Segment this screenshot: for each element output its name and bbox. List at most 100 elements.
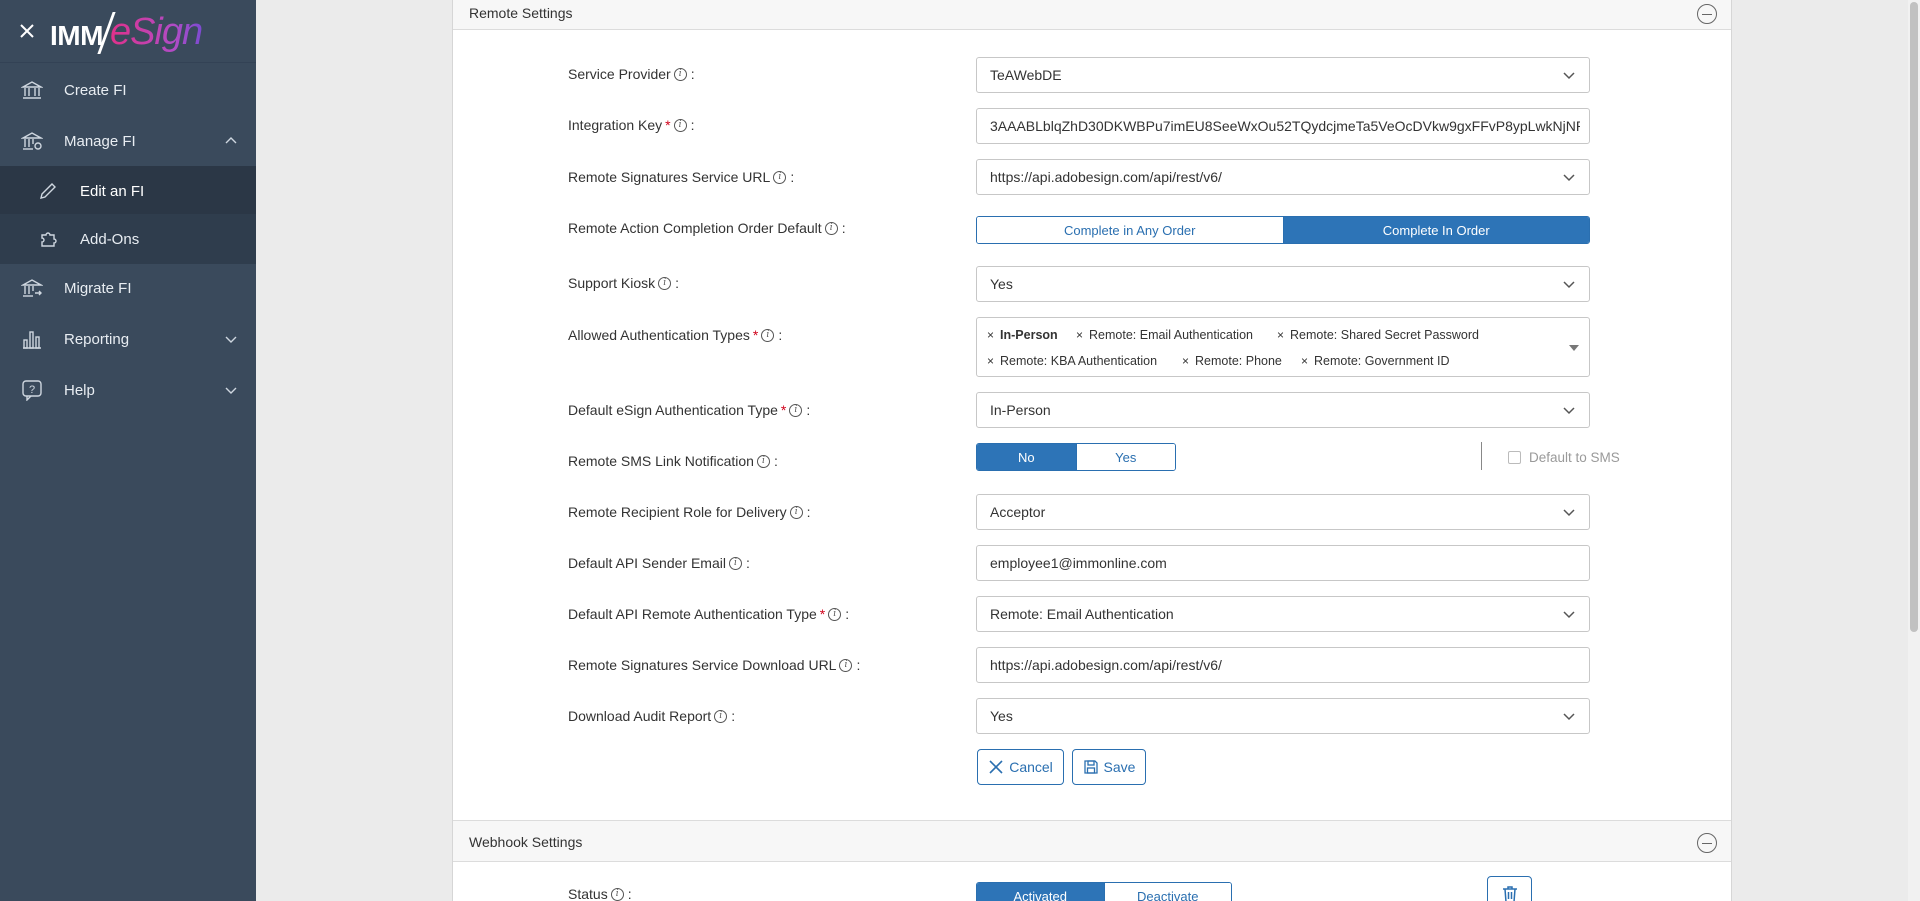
chevron-down-icon: [225, 387, 237, 394]
recipient-role-label: Remote Recipient Role for Delivery i:: [568, 504, 811, 520]
collapse-icon[interactable]: [1697, 4, 1717, 24]
chevron-down-icon: [1563, 174, 1575, 182]
info-icon[interactable]: i: [673, 67, 687, 81]
info-icon[interactable]: i: [761, 328, 775, 342]
integration-key-field[interactable]: [976, 108, 1590, 144]
remove-tag-icon[interactable]: ×: [1277, 328, 1284, 342]
service-provider-label: Service Provider i:: [568, 66, 695, 82]
remove-tag-icon[interactable]: ×: [987, 354, 994, 368]
download-url-label: Remote Signatures Service Download URL i:: [568, 657, 861, 673]
main-content: Remote Settings Service Provider i: TeAWe…: [256, 0, 1920, 901]
info-icon[interactable]: i: [824, 221, 838, 235]
sender-email-label: Default API Sender Email i:: [568, 555, 750, 571]
auth-tag: × Remote: Shared Secret Password: [1277, 328, 1479, 342]
info-icon[interactable]: i: [789, 505, 803, 519]
service-url-label: Remote Signatures Service URL i:: [568, 169, 795, 185]
deactivate-option[interactable]: Deactivate: [1103, 883, 1231, 901]
sender-email-input[interactable]: [990, 555, 1580, 571]
bank-arrow-icon: [20, 276, 44, 300]
auth-tag: × Remote: Phone: [1182, 354, 1282, 368]
info-icon[interactable]: i: [756, 454, 770, 468]
auth-tag: × In-Person: [987, 328, 1058, 342]
service-url-select[interactable]: https://api.adobesign.com/api/rest/v6/: [976, 159, 1590, 195]
caret-down-icon: [1569, 345, 1579, 351]
sender-email-field[interactable]: [976, 545, 1590, 581]
checkbox[interactable]: [1508, 451, 1521, 464]
download-url-input[interactable]: [990, 657, 1580, 673]
complete-in-order-option[interactable]: Complete In Order: [1282, 217, 1589, 243]
bank-icon: [20, 78, 44, 102]
sidebar-item-migrate-fi[interactable]: Migrate FI: [0, 263, 256, 313]
close-icon[interactable]: [18, 18, 38, 42]
api-remote-auth-select[interactable]: Remote: Email Authentication: [976, 596, 1590, 632]
activated-option[interactable]: Activated: [977, 883, 1104, 901]
sidebar-item-edit-fi[interactable]: Edit an FI: [0, 166, 256, 216]
scrollbar-thumb[interactable]: [1910, 2, 1918, 632]
sms-notification-label: Remote SMS Link Notification i:: [568, 453, 778, 469]
integration-key-input[interactable]: [990, 118, 1580, 134]
chevron-down-icon: [1563, 407, 1575, 415]
sidebar-item-reporting[interactable]: Reporting: [0, 314, 256, 364]
support-kiosk-select[interactable]: Yes: [976, 266, 1590, 302]
delete-button[interactable]: [1487, 876, 1532, 901]
puzzle-icon: [36, 227, 60, 251]
info-icon[interactable]: i: [714, 709, 728, 723]
sidebar-header: IMM eSign: [0, 0, 256, 63]
api-remote-auth-label: Default API Remote Authentication Type * i…: [568, 606, 850, 622]
remove-tag-icon[interactable]: ×: [987, 328, 994, 342]
sms-notification-toggle: No Yes: [976, 443, 1176, 471]
info-icon[interactable]: i: [828, 607, 842, 621]
logo: IMM eSign: [50, 11, 203, 54]
remove-tag-icon[interactable]: ×: [1182, 354, 1189, 368]
info-icon[interactable]: i: [839, 658, 853, 672]
sidebar-item-add-ons[interactable]: Add-Ons: [0, 214, 256, 264]
bank-gear-icon: [20, 129, 44, 153]
remove-tag-icon[interactable]: ×: [1076, 328, 1083, 342]
webhook-status-label: Status i:: [568, 886, 632, 901]
sms-yes-option[interactable]: Yes: [1075, 444, 1175, 470]
divider: [1481, 442, 1482, 470]
save-button[interactable]: Save: [1072, 749, 1146, 785]
audit-report-label: Download Audit Report i:: [568, 708, 736, 724]
default-auth-select[interactable]: In-Person: [976, 392, 1590, 428]
chevron-down-icon: [1563, 713, 1575, 721]
chevron-down-icon: [1563, 281, 1575, 289]
webhook-settings-header[interactable]: Webhook Settings: [453, 820, 1731, 862]
remote-settings-header[interactable]: Remote Settings: [453, 0, 1731, 30]
cancel-button[interactable]: Cancel: [977, 749, 1064, 785]
info-icon[interactable]: i: [610, 887, 624, 901]
chevron-up-icon: [225, 137, 237, 144]
info-icon[interactable]: i: [773, 170, 787, 184]
trash-icon: [1502, 886, 1517, 901]
recipient-role-select[interactable]: Acceptor: [976, 494, 1590, 530]
info-icon[interactable]: i: [658, 276, 672, 290]
completion-order-label: Remote Action Completion Order Default i:: [568, 220, 846, 236]
bar-chart-icon: [20, 327, 44, 351]
help-bubble-icon: ?: [20, 378, 44, 402]
chevron-down-icon: [1563, 509, 1575, 517]
sidebar-item-help[interactable]: ? Help: [0, 365, 256, 415]
auth-tag: × Remote: KBA Authentication: [987, 354, 1158, 368]
collapse-icon[interactable]: [1697, 833, 1717, 853]
download-url-field[interactable]: [976, 647, 1590, 683]
sidebar-item-create-fi[interactable]: Create FI: [0, 65, 256, 115]
scrollbar[interactable]: [1908, 0, 1920, 901]
chevron-down-icon: [225, 336, 237, 343]
auth-types-multiselect[interactable]: × In-Person × Remote: Email Authentication…: [976, 317, 1590, 377]
sidebar: IMM eSign Create FI Manage FI Edit an FI…: [0, 0, 256, 901]
svg-text:?: ?: [29, 384, 35, 396]
info-icon[interactable]: i: [728, 556, 742, 570]
default-to-sms-checkbox[interactable]: Default to SMS: [1508, 450, 1620, 465]
chevron-down-icon: [1563, 72, 1575, 80]
close-icon: [989, 760, 1003, 774]
support-kiosk-label: Support Kiosk i:: [568, 275, 680, 291]
info-icon[interactable]: i: [789, 403, 803, 417]
service-provider-select[interactable]: TeAWebDE: [976, 57, 1590, 93]
remove-tag-icon[interactable]: ×: [1301, 354, 1308, 368]
complete-any-order-option[interactable]: Complete in Any Order: [977, 217, 1283, 243]
audit-report-select[interactable]: Yes: [976, 698, 1590, 734]
info-icon[interactable]: i: [673, 118, 687, 132]
sidebar-item-manage-fi[interactable]: Manage FI: [0, 116, 256, 166]
sms-no-option[interactable]: No: [977, 444, 1076, 470]
chevron-down-icon: [1563, 611, 1575, 619]
